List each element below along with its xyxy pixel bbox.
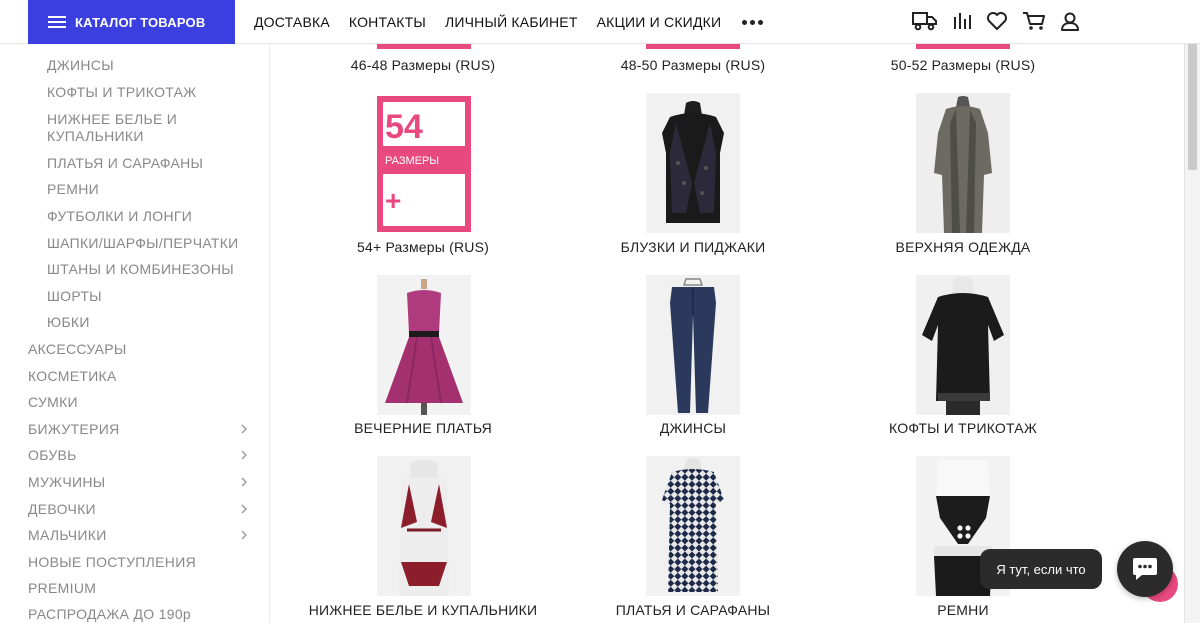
sidebar-item-premium[interactable]: PREMIUM: [28, 579, 96, 597]
sidebar-item-boys[interactable]: МАЛЬЧИКИ: [28, 526, 107, 544]
sidebar-subitem[interactable]: КУПАЛЬНИКИ: [47, 127, 144, 145]
product-image-outerwear[interactable]: [916, 93, 1010, 233]
size-word: РАЗМЕРЫ: [385, 155, 439, 167]
product-image-dresses[interactable]: [646, 456, 740, 596]
sidebar-subitem[interactable]: ШТАНЫ И КОМБИНЕЗОНЫ: [47, 260, 234, 278]
category-label[interactable]: ВЕЧЕРНИЕ ПЛАТЬЯ: [293, 420, 553, 436]
menu-icon: [48, 15, 66, 29]
chevron-right-icon[interactable]: [239, 530, 249, 540]
sidebar-item-new-arrivals[interactable]: НОВЫЕ ПОСТУПЛЕНИЯ: [28, 553, 196, 571]
sidebar-subitem[interactable]: ШАПКИ/ШАРФЫ/ПЕРЧАТКИ: [47, 234, 239, 252]
sidebar-subitem[interactable]: НИЖНЕЕ БЕЛЬЕ И: [47, 110, 177, 128]
category-label[interactable]: БЛУЗКИ И ПИДЖАКИ: [563, 239, 823, 255]
catalog-sidebar: ДЖИНСЫ КОФТЫ И ТРИКОТАЖ НИЖНЕЕ БЕЛЬЕ И К…: [0, 44, 270, 623]
chat-icon: [1133, 558, 1157, 580]
sidebar-subitem[interactable]: ДЖИНСЫ: [47, 56, 114, 74]
sidebar-item-men[interactable]: МУЖЧИНЫ: [28, 473, 105, 491]
chat-button[interactable]: [1117, 541, 1173, 597]
page-scrollbar[interactable]: [1184, 0, 1200, 623]
category-label[interactable]: 54+ Размеры (RUS): [293, 239, 553, 255]
category-label[interactable]: ПЛАТЬЯ И САРАФАНЫ: [563, 602, 823, 618]
truck-icon[interactable]: [912, 11, 938, 31]
cart-icon[interactable]: [1022, 11, 1046, 31]
product-image-underwear[interactable]: [377, 456, 471, 596]
main-nav: ДОСТАВКА КОНТАКТЫ ЛИЧНЫЙ КАБИНЕТ АКЦИИ И…: [254, 0, 764, 44]
sidebar-subitem[interactable]: РЕМНИ: [47, 180, 99, 198]
chat-greeting-bubble[interactable]: Я тут, если что: [980, 549, 1102, 589]
sidebar-subitem[interactable]: КОФТЫ И ТРИКОТАЖ: [47, 83, 197, 101]
sidebar-item-accessories[interactable]: АКСЕССУАРЫ: [28, 340, 127, 358]
sidebar-subitem[interactable]: ЮБКИ: [47, 313, 90, 331]
product-image-evening-dresses[interactable]: [377, 275, 471, 415]
chevron-right-icon[interactable]: [239, 424, 249, 434]
category-label[interactable]: 50-52 Размеры (RUS): [833, 57, 1093, 73]
category-label[interactable]: РЕМНИ: [833, 602, 1093, 618]
header-icons: [912, 8, 1080, 34]
chevron-right-icon[interactable]: [239, 477, 249, 487]
chat-greeting-text: Я тут, если что: [996, 561, 1086, 577]
sidebar-item-shoes[interactable]: ОБУВЬ: [28, 446, 77, 464]
sidebar-item-girls[interactable]: ДЕВОЧКИ: [28, 500, 96, 518]
category-label[interactable]: НИЖНЕЕ БЕЛЬЕ И КУПАЛЬНИКИ: [293, 602, 553, 618]
category-label[interactable]: 46-48 Размеры (RUS): [293, 57, 553, 73]
nav-delivery[interactable]: ДОСТАВКА: [254, 14, 330, 30]
size-card-edge: [377, 44, 471, 49]
chevron-right-icon[interactable]: [239, 450, 249, 460]
catalog-button-label: КАТАЛОГ ТОВАРОВ: [75, 14, 206, 30]
size-plus: +: [385, 185, 401, 216]
category-label[interactable]: КОФТЫ И ТРИКОТАЖ: [833, 420, 1093, 436]
size-card-edge: [916, 44, 1010, 49]
sidebar-item-cosmetics[interactable]: КОСМЕТИКА: [28, 367, 117, 385]
nav-promotions[interactable]: АКЦИИ И СКИДКИ: [597, 14, 722, 30]
sidebar-subitem[interactable]: ФУТБОЛКИ И ЛОНГИ: [47, 207, 192, 225]
size-card-edge: [646, 44, 740, 49]
size-card-54[interactable]: 54 РАЗМЕРЫ +: [377, 96, 471, 232]
chevron-right-icon[interactable]: [239, 504, 249, 514]
sidebar-item-jewelry[interactable]: БИЖУТЕРИЯ: [28, 420, 119, 438]
more-icon[interactable]: [742, 19, 764, 25]
product-image-knitwear[interactable]: [916, 275, 1010, 415]
user-icon[interactable]: [1060, 11, 1080, 31]
top-header: КАТАЛОГ ТОВАРОВ ДОСТАВКА КОНТАКТЫ ЛИЧНЫЙ…: [0, 0, 1200, 44]
size-number: 54: [385, 108, 423, 146]
sidebar-item-bags[interactable]: СУМКИ: [28, 393, 78, 411]
heart-icon[interactable]: [986, 11, 1008, 31]
category-label[interactable]: ДЖИНСЫ: [563, 420, 823, 436]
nav-account[interactable]: ЛИЧНЫЙ КАБИНЕТ: [445, 14, 578, 30]
scrollbar-thumb[interactable]: [1188, 40, 1197, 170]
nav-contacts[interactable]: КОНТАКТЫ: [349, 14, 426, 30]
sidebar-subitem[interactable]: ШОРТЫ: [47, 287, 102, 305]
product-image-jeans[interactable]: [646, 275, 740, 415]
category-label[interactable]: ВЕРХНЯЯ ОДЕЖДА: [833, 239, 1093, 255]
product-image-blouses[interactable]: [646, 93, 740, 233]
sidebar-item-sale[interactable]: РАСПРОДАЖА ДО 190р: [28, 605, 191, 623]
catalog-button[interactable]: КАТАЛОГ ТОВАРОВ: [28, 0, 235, 44]
sidebar-subitem[interactable]: ПЛАТЬЯ И САРАФАНЫ: [47, 154, 203, 172]
category-label[interactable]: 48-50 Размеры (RUS): [563, 57, 823, 73]
compare-icon[interactable]: [952, 11, 972, 31]
